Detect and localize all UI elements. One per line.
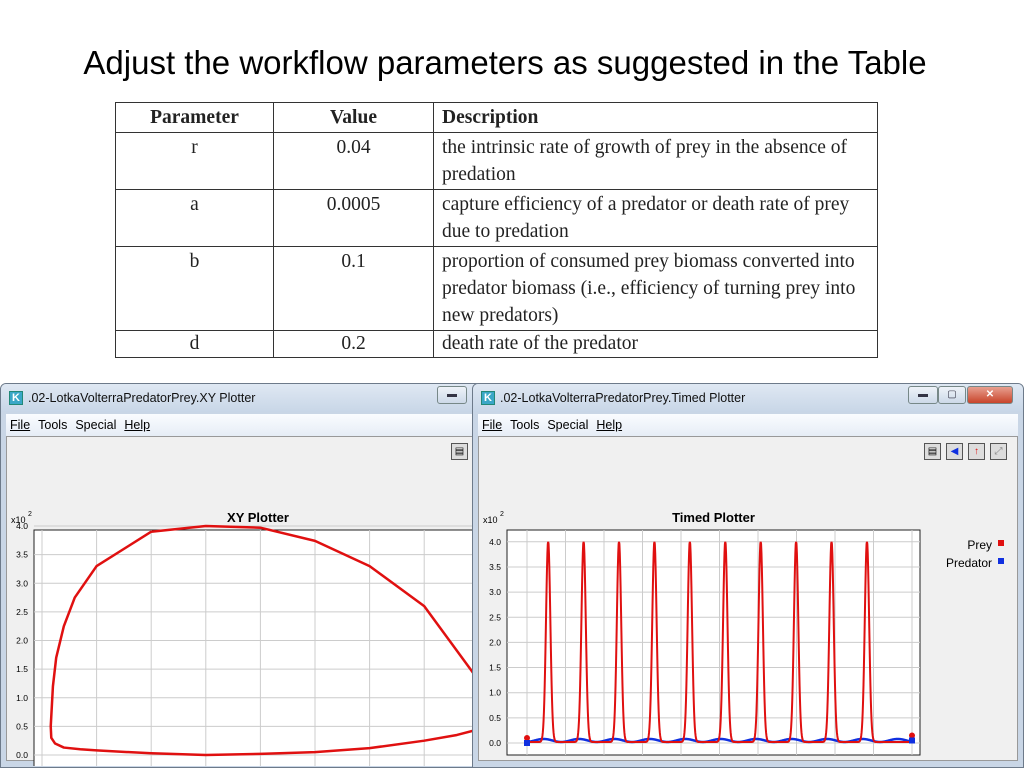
menu-special[interactable]: Special bbox=[547, 418, 588, 432]
slide-title: Adjust the workflow parameters as sugges… bbox=[83, 44, 927, 81]
param-cell: a bbox=[115, 189, 274, 247]
y-scale-exponent: 2 bbox=[500, 511, 504, 518]
k-app-icon: K bbox=[9, 391, 23, 405]
legend-label: Predator bbox=[946, 556, 992, 570]
header-parameter: Parameter bbox=[115, 102, 274, 133]
y-tick-label: 2.0 bbox=[16, 636, 28, 646]
y-tick-label: 4.0 bbox=[489, 537, 501, 547]
chart-title: Timed Plotter bbox=[672, 510, 755, 525]
y-tick-label: 4.0 bbox=[16, 521, 28, 531]
y-tick-label: 0.0 bbox=[16, 750, 28, 760]
param-cell: b bbox=[115, 246, 274, 331]
table-row: r 0.04 the intrinsic rate of growth of pre… bbox=[115, 132, 878, 190]
y-tick-label: 2.0 bbox=[489, 637, 501, 647]
close-button[interactable]: ✕ bbox=[967, 386, 1013, 404]
chart-title: XY Plotter bbox=[227, 510, 289, 525]
table-row: d 0.2 death rate of the predator bbox=[115, 330, 878, 358]
table-header-row: Parameter Value Description bbox=[115, 102, 878, 133]
description-cell: proportion of consumed prey biomass conv… bbox=[433, 246, 878, 331]
y-tick-label: 3.5 bbox=[16, 550, 28, 560]
y-tick-label: 1.0 bbox=[489, 688, 501, 698]
y-tick-label: 3.0 bbox=[489, 587, 501, 597]
description-cell: the intrinsic rate of growth of prey in … bbox=[433, 132, 878, 190]
legend-swatch bbox=[998, 540, 1004, 546]
timed-plot-panel: ▤ ◀ ↑ ⤢ Timed Plotter x10 2 0.0 0.5 1.0 1.5 2.0… bbox=[478, 436, 1018, 761]
header-value: Value bbox=[273, 102, 434, 133]
legend-swatch bbox=[998, 558, 1004, 564]
menu-special[interactable]: Special bbox=[75, 418, 116, 432]
menu-file[interactable]: File bbox=[482, 418, 502, 432]
xy-plotter-window: K .02-LotkaVolterraPredatorPrey.XY Plotte… bbox=[0, 383, 482, 768]
table-row: b 0.1 proportion of consumed prey biomass … bbox=[115, 246, 878, 331]
value-cell: 0.1 bbox=[273, 246, 434, 331]
menu-file[interactable]: File bbox=[10, 418, 30, 432]
menu-help[interactable]: Help bbox=[124, 418, 150, 432]
y-tick-label: 1.5 bbox=[16, 664, 28, 674]
y-tick-label: 1.5 bbox=[489, 663, 501, 673]
value-cell: 0.04 bbox=[273, 132, 434, 190]
xy-title-bar[interactable]: K .02-LotkaVolterraPredatorPrey.XY Plotte… bbox=[1, 384, 481, 412]
xy-menubar: File Tools Special Help bbox=[6, 414, 476, 436]
timed-plotter-window: K .02-LotkaVolterraPredatorPrey.Timed Plo… bbox=[472, 383, 1024, 768]
timed-chart: Timed Plotter x102 0.0 0.5 1.0 1.5 2.0 2.5 3.0 3.… bbox=[483, 510, 1004, 756]
value-cell: 0.2 bbox=[273, 330, 434, 358]
y-tick-label: 0.0 bbox=[489, 738, 501, 748]
timed-window-title: .02-LotkaVolterraPredatorPrey.Timed Plot… bbox=[500, 391, 746, 405]
param-cell: d bbox=[115, 330, 274, 358]
y-tick-label: 2.5 bbox=[16, 607, 28, 617]
y-scale-exponent: 2 bbox=[28, 511, 32, 518]
predator-start-point bbox=[524, 740, 530, 746]
xy-chart: XY Plotterx1020.00.51.01.52.02.53.03.54.… bbox=[11, 510, 481, 766]
value-cell: 0.0005 bbox=[273, 189, 434, 247]
xy-window-title: .02-LotkaVolterraPredatorPrey.XY Plotter bbox=[28, 391, 256, 405]
predator-end-point bbox=[909, 737, 915, 744]
menu-tools[interactable]: Tools bbox=[510, 418, 539, 432]
menu-tools[interactable]: Tools bbox=[38, 418, 67, 432]
param-cell: r bbox=[115, 132, 274, 190]
plot-area bbox=[33, 529, 481, 766]
table-row: a 0.0005 capture efficiency of a predator … bbox=[115, 189, 878, 247]
y-tick-label: 0.5 bbox=[489, 713, 501, 723]
y-tick-label: 0.5 bbox=[16, 721, 28, 731]
header-description: Description bbox=[433, 102, 878, 133]
y-scale-label: x10 bbox=[483, 515, 498, 525]
maximize-button[interactable]: ▢ bbox=[938, 386, 966, 404]
minimize-button[interactable]: ▬ bbox=[908, 386, 938, 404]
timed-menubar: File Tools Special Help bbox=[478, 414, 1018, 436]
description-cell: death rate of the predator bbox=[433, 330, 878, 358]
parameter-table: Parameter Value Description r 0.04 the int… bbox=[115, 102, 878, 358]
menu-help[interactable]: Help bbox=[596, 418, 622, 432]
description-cell: capture efficiency of a predator or deat… bbox=[433, 189, 878, 247]
y-tick-label: 3.5 bbox=[489, 562, 501, 572]
y-tick-label: 1.0 bbox=[16, 693, 28, 703]
legend-label: Prey bbox=[967, 538, 992, 552]
k-app-icon: K bbox=[481, 391, 495, 405]
y-tick-label: 3.0 bbox=[16, 578, 28, 588]
y-tick-label: 2.5 bbox=[489, 612, 501, 622]
minimize-button[interactable]: ▬ bbox=[437, 386, 467, 404]
xy-plot-panel: ▤ XY Plotter x10 2 0.0 0.5 1.0 1.5 2.0 2.5 3.0 3.5… bbox=[6, 436, 481, 766]
